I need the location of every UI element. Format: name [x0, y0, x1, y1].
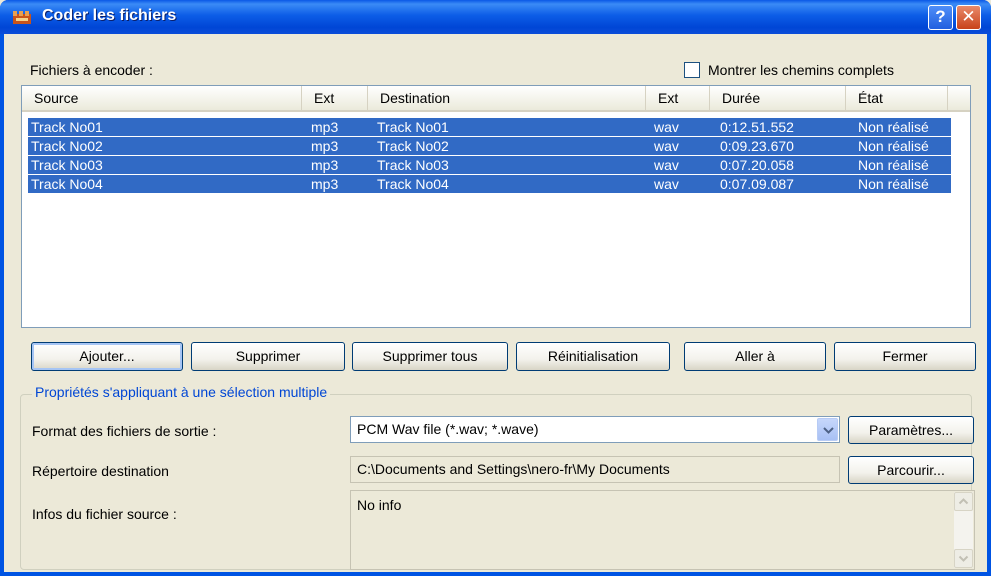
- list-header: Source Ext Destination Ext Durée État: [22, 86, 970, 112]
- destination-folder-value: C:\Documents and Settings\nero-fr\My Doc…: [357, 461, 670, 477]
- vertical-scrollbar[interactable]: [954, 492, 973, 568]
- nero-app-icon: [13, 11, 31, 24]
- ext-cell: mp3: [311, 138, 339, 154]
- reset-button[interactable]: Réinitialisation: [516, 342, 670, 371]
- destination-cell: Track No03: [377, 157, 449, 173]
- source-cell: Track No01: [31, 119, 103, 135]
- column-header-source[interactable]: Source: [22, 86, 302, 110]
- show-full-paths-label[interactable]: Montrer les chemins complets: [708, 62, 894, 78]
- table-row[interactable]: Track No04 mp3 Track No04 wav 0:07.09.08…: [28, 175, 951, 193]
- scroll-down-icon[interactable]: [954, 549, 973, 568]
- output-format-select[interactable]: PCM Wav file (*.wav; *.wave): [350, 416, 840, 443]
- close-button[interactable]: Fermer: [834, 342, 976, 371]
- table-row[interactable]: Track No03 mp3 Track No03 wav 0:07.20.05…: [28, 156, 951, 174]
- browse-button[interactable]: Parcourir...: [848, 456, 974, 484]
- source-info-label: Infos du fichier source :: [32, 506, 177, 522]
- state-cell: Non réalisé: [858, 157, 929, 173]
- chevron-down-icon[interactable]: [817, 418, 838, 441]
- ext-cell: mp3: [311, 157, 339, 173]
- state-cell: Non réalisé: [858, 138, 929, 154]
- help-button[interactable]: ?: [928, 5, 953, 30]
- dest-ext-cell: wav: [654, 119, 679, 135]
- source-cell: Track No04: [31, 176, 103, 192]
- destination-cell: Track No02: [377, 138, 449, 154]
- ext-cell: mp3: [311, 119, 339, 135]
- source-info-value: No info: [357, 497, 402, 513]
- duration-cell: 0:12.51.552: [720, 119, 794, 135]
- table-row[interactable]: Track No02 mp3 Track No02 wav 0:09.23.67…: [28, 137, 951, 155]
- dest-ext-cell: wav: [654, 157, 679, 173]
- output-format-label: Format des fichiers de sortie :: [32, 423, 217, 439]
- properties-group-title: Propriétés s'appliquant à une sélection …: [32, 384, 331, 400]
- table-row[interactable]: Track No01 mp3 Track No01 wav 0:12.51.55…: [28, 118, 951, 136]
- files-list[interactable]: Source Ext Destination Ext Durée État Tr…: [21, 85, 971, 328]
- duration-cell: 0:07.09.087: [720, 176, 794, 192]
- source-cell: Track No03: [31, 157, 103, 173]
- column-header-state[interactable]: État: [846, 86, 948, 110]
- ext-cell: mp3: [311, 176, 339, 192]
- show-full-paths-checkbox[interactable]: [684, 62, 700, 78]
- files-to-encode-label: Fichiers à encoder :: [30, 62, 153, 78]
- duration-cell: 0:09.23.670: [720, 138, 794, 154]
- column-header-destination[interactable]: Destination: [368, 86, 646, 110]
- title-bar[interactable]: Coder les fichiers ? ✕: [0, 0, 991, 34]
- close-window-button[interactable]: ✕: [956, 5, 981, 30]
- window-title: Coder les fichiers: [42, 7, 177, 24]
- remove-all-button[interactable]: Supprimer tous: [352, 342, 508, 371]
- scroll-up-icon[interactable]: [954, 492, 973, 511]
- source-cell: Track No02: [31, 138, 103, 154]
- column-header-dest-ext[interactable]: Ext: [646, 86, 710, 110]
- add-button[interactable]: Ajouter...: [31, 342, 183, 371]
- remove-button[interactable]: Supprimer: [191, 342, 345, 371]
- state-cell: Non réalisé: [858, 119, 929, 135]
- column-header-ext[interactable]: Ext: [302, 86, 368, 110]
- dest-ext-cell: wav: [654, 138, 679, 154]
- destination-cell: Track No04: [377, 176, 449, 192]
- destination-cell: Track No01: [377, 119, 449, 135]
- duration-cell: 0:07.20.058: [720, 157, 794, 173]
- output-format-value: PCM Wav file (*.wav; *.wave): [357, 421, 539, 437]
- parameters-button[interactable]: Paramètres...: [848, 416, 974, 444]
- destination-folder-label: Répertoire destination: [32, 463, 169, 479]
- source-info-field: No info: [350, 490, 975, 570]
- dest-ext-cell: wav: [654, 176, 679, 192]
- state-cell: Non réalisé: [858, 176, 929, 192]
- column-header-duration[interactable]: Durée: [710, 86, 846, 110]
- destination-folder-field: C:\Documents and Settings\nero-fr\My Doc…: [350, 456, 840, 483]
- goto-button[interactable]: Aller à: [684, 342, 826, 371]
